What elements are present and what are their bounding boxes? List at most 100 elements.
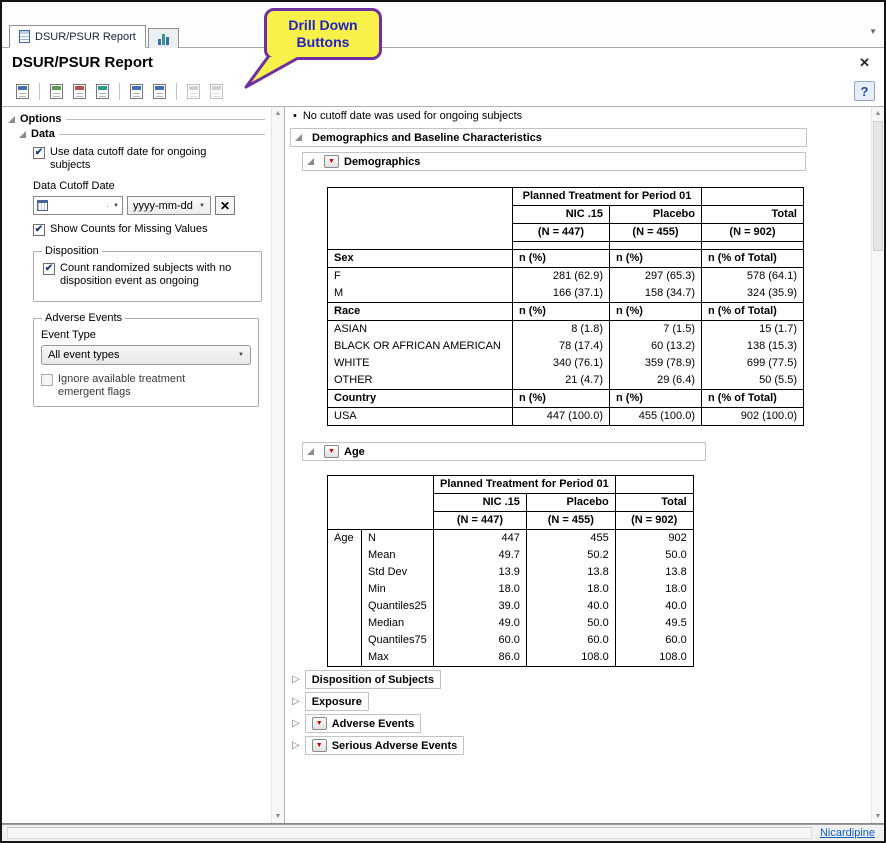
table-row: BLACK OR AFRICAN AMERICAN 78 (17.4) 60 (… — [328, 338, 804, 355]
section-title: Exposure — [312, 696, 362, 708]
scroll-down-icon[interactable] — [272, 810, 284, 823]
collapsed-icon[interactable] — [292, 674, 300, 685]
cell: 50.0 — [526, 615, 615, 632]
cell: 78 (17.4) — [513, 338, 610, 355]
callout-bubble: Drill Down Buttons — [264, 8, 382, 60]
cell: 455 — [526, 530, 615, 548]
collapsed-icon[interactable] — [292, 696, 300, 707]
cell: 13.9 — [434, 564, 527, 581]
expanded-icon[interactable] — [295, 134, 302, 141]
cell: USA — [328, 408, 513, 426]
web-report-icon — [182, 81, 205, 102]
date-controls: · yyyy-mm-dd ✕ — [33, 196, 265, 215]
cell: Min — [362, 581, 434, 598]
event-type-select[interactable]: All event types — [41, 345, 251, 365]
cell: N — [362, 530, 434, 548]
drill-down-icon[interactable] — [324, 445, 339, 458]
options-header[interactable]: Options — [8, 113, 265, 125]
demographics-table: Planned Treatment for Period 01 NIC .15 … — [327, 187, 804, 426]
section-demographics[interactable]: Demographics — [302, 152, 806, 171]
drill-down-icon[interactable] — [312, 739, 327, 752]
help-icon[interactable]: ? — [854, 81, 875, 101]
rerun-script-icon[interactable] — [148, 81, 171, 102]
cell: n (%) — [513, 303, 610, 321]
cell — [615, 476, 693, 494]
cell: 60.0 — [615, 632, 693, 649]
cell: 455 (100.0) — [610, 408, 702, 426]
scroll-up-icon[interactable] — [872, 107, 884, 120]
collapsed-icon[interactable] — [292, 740, 300, 751]
tab-chart[interactable] — [148, 28, 179, 48]
page-title: DSUR/PSUR Report — [12, 54, 153, 71]
cell: 902 (100.0) — [702, 408, 804, 426]
cell: Placebo — [610, 206, 702, 224]
data-section-title: Data — [31, 128, 55, 140]
count-randomized-checkbox[interactable] — [43, 263, 55, 275]
excel-export-icon[interactable] — [91, 81, 114, 102]
drill-down-icon[interactable] — [312, 717, 327, 730]
cell: (N = 902) — [702, 224, 804, 242]
data-cutoff-date-label: Data Cutoff Date — [33, 180, 265, 192]
cell: Age — [328, 530, 362, 667]
table-row: WHITE 340 (76.1) 359 (78.9) 699 (77.5) — [328, 355, 804, 372]
chevron-down-icon[interactable] — [109, 203, 119, 209]
cell: n (%) — [610, 390, 702, 408]
drill-down-icon[interactable] — [324, 155, 339, 168]
expanded-icon[interactable] — [307, 158, 314, 165]
cell: 340 (76.1) — [513, 355, 610, 372]
missing-values-checkbox[interactable] — [33, 224, 45, 236]
cell: 49.5 — [615, 615, 693, 632]
section-exposure[interactable]: Exposure — [292, 692, 869, 711]
calendar-icon[interactable] — [37, 200, 48, 211]
age-table: Planned Treatment for Period 01 NIC .15 … — [327, 475, 694, 667]
section-adverse-events[interactable]: Adverse Events — [292, 714, 869, 733]
cell: 166 (37.1) — [513, 285, 610, 303]
scroll-down-icon[interactable] — [872, 810, 884, 823]
clear-date-button[interactable]: ✕ — [215, 196, 235, 215]
disposition-legend: Disposition — [42, 245, 102, 257]
options-scrollbar[interactable] — [271, 107, 284, 823]
scroll-thumb[interactable] — [873, 121, 883, 251]
collapsed-icon[interactable] — [292, 718, 300, 729]
disposition-group: Disposition Count randomized subjects wi… — [33, 245, 262, 302]
window-menu-icon[interactable] — [869, 28, 877, 36]
expanded-icon[interactable] — [19, 131, 26, 138]
cell: 29 (6.4) — [610, 372, 702, 390]
report-scrollbar[interactable] — [871, 107, 884, 823]
section-age[interactable]: Age — [302, 442, 706, 461]
use-cutoff-label: Use data cutoff date for ongoing subject… — [50, 146, 238, 172]
table-row: Median 49.0 50.0 49.5 — [328, 615, 694, 632]
tab-dsur-psur-report[interactable]: DSUR/PSUR Report — [9, 25, 146, 48]
scroll-up-icon[interactable] — [272, 107, 284, 120]
pdf-export-icon[interactable] — [68, 81, 91, 102]
section-demographics-baseline[interactable]: Demographics and Baseline Characteristic… — [290, 128, 807, 147]
script-icon[interactable] — [125, 81, 148, 102]
cell: 18.0 — [434, 581, 527, 598]
use-cutoff-checkbox[interactable] — [33, 147, 45, 159]
cell: 8 (1.8) — [513, 321, 610, 339]
cell: F — [328, 268, 513, 286]
date-format-combobox[interactable]: yyyy-mm-dd — [127, 196, 211, 215]
missing-values-label: Show Counts for Missing Values — [50, 223, 208, 236]
section-serious-adverse-events[interactable]: Serious Adverse Events — [292, 736, 869, 755]
expanded-icon[interactable] — [8, 116, 15, 123]
expanded-icon[interactable] — [307, 448, 314, 455]
divider — [66, 119, 265, 120]
status-segment — [7, 827, 812, 839]
table-row: Mean 49.7 50.2 50.0 — [328, 547, 694, 564]
table-row: F 281 (62.9) 297 (65.3) 578 (64.1) — [328, 268, 804, 286]
data-table-icon[interactable] — [45, 81, 68, 102]
missing-values-checkbox-row: Show Counts for Missing Values — [33, 223, 265, 236]
report-icon[interactable] — [11, 81, 34, 102]
table-row: Country n (%) n (%) n (% of Total) — [328, 390, 804, 408]
chevron-down-icon — [234, 352, 244, 358]
cell: 7 (1.5) — [610, 321, 702, 339]
cell: 40.0 — [526, 598, 615, 615]
date-picker-field[interactable]: · — [33, 196, 123, 215]
ignore-flags-checkbox — [41, 374, 53, 386]
table-row: OTHER 21 (4.7) 29 (6.4) 50 (5.5) — [328, 372, 804, 390]
nicardipine-link[interactable]: Nicardipine — [820, 827, 875, 839]
data-section-header[interactable]: Data — [19, 128, 265, 140]
section-disposition-of-subjects[interactable]: Disposition of Subjects — [292, 670, 869, 689]
close-icon[interactable]: ✕ — [855, 55, 874, 71]
